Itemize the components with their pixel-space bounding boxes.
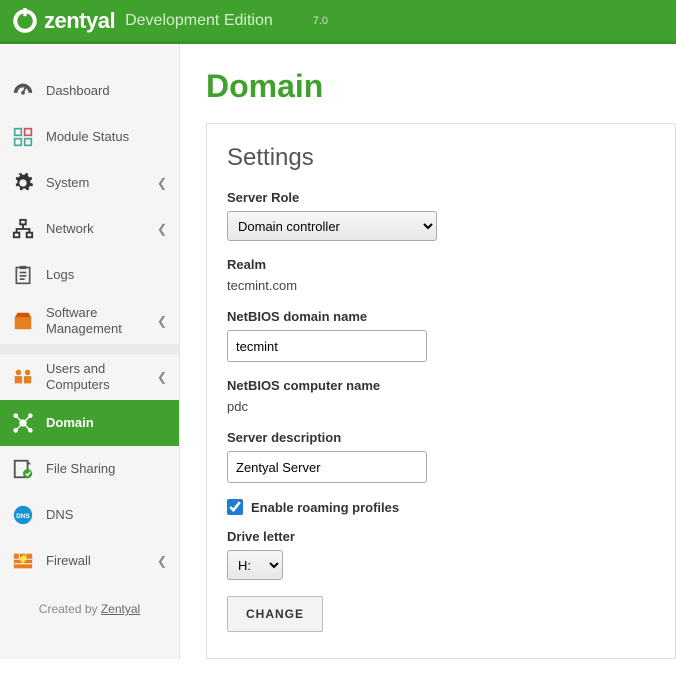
roaming-checkbox[interactable] — [227, 499, 243, 515]
sidebar-item-label: Software Management — [46, 305, 157, 336]
sidebar-item-label: System — [46, 175, 157, 191]
modules-icon — [12, 126, 34, 148]
netbios-domain-input[interactable] — [227, 330, 427, 362]
panel-title: Settings — [227, 144, 655, 172]
change-button[interactable]: CHANGE — [227, 596, 323, 632]
sidebar-item-filesharing[interactable]: File Sharing — [0, 446, 179, 492]
chevron-left-icon: ❮ — [157, 222, 167, 236]
gauge-icon — [12, 80, 34, 102]
chevron-left-icon: ❮ — [157, 176, 167, 190]
network-icon — [12, 218, 34, 240]
footer-link[interactable]: Zentyal — [101, 602, 140, 616]
sidebar-item-label: Firewall — [46, 553, 157, 569]
netbios-computer-label: NetBIOS computer name — [227, 378, 655, 393]
brand-name: zentyal — [44, 8, 115, 34]
sidebar: Dashboard Module Status System ❮ Network… — [0, 44, 180, 659]
sidebar-item-label: File Sharing — [46, 461, 167, 477]
server-desc-label: Server description — [227, 430, 655, 445]
field-realm: Realm tecmint.com — [227, 257, 655, 293]
sidebar-item-label: DNS — [46, 507, 167, 523]
firewall-icon — [12, 550, 34, 572]
gear-icon — [12, 172, 34, 194]
users-icon — [12, 366, 34, 388]
sidebar-item-system[interactable]: System ❮ — [0, 160, 179, 206]
chevron-left-icon: ❮ — [157, 554, 167, 568]
netbios-computer-value: pdc — [227, 399, 655, 414]
sidebar-item-label: Domain — [46, 415, 167, 431]
field-server-description: Server description — [227, 430, 655, 483]
chevron-left-icon: ❮ — [157, 370, 167, 384]
zentyal-logo-icon — [12, 8, 38, 34]
sidebar-item-label: Logs — [46, 267, 167, 283]
roaming-label: Enable roaming profiles — [251, 500, 399, 515]
settings-panel: Settings Server Role Domain controller R… — [206, 123, 676, 659]
realm-label: Realm — [227, 257, 655, 272]
field-netbios-domain: NetBIOS domain name — [227, 309, 655, 362]
sidebar-item-firewall[interactable]: Firewall ❮ — [0, 538, 179, 584]
netbios-domain-label: NetBIOS domain name — [227, 309, 655, 324]
sidebar-item-label: Network — [46, 221, 157, 237]
dns-icon: DNS — [12, 504, 34, 526]
content-area: Domain Settings Server Role Domain contr… — [180, 44, 676, 659]
sidebar-item-domain[interactable]: Domain — [0, 400, 179, 446]
page-title: Domain — [206, 44, 676, 123]
version-label: 7.0 — [313, 15, 328, 27]
server-role-select[interactable]: Domain controller — [227, 211, 437, 241]
sidebar-footer: Created by Zentyal — [0, 584, 179, 634]
sidebar-item-software[interactable]: Software Management ❮ — [0, 298, 179, 344]
realm-value: tecmint.com — [227, 278, 655, 293]
server-desc-input[interactable] — [227, 451, 427, 483]
sidebar-item-label: Module Status — [46, 129, 167, 145]
field-drive-letter: Drive letter H: — [227, 529, 655, 580]
sidebar-item-network[interactable]: Network ❮ — [0, 206, 179, 252]
svg-text:DNS: DNS — [16, 513, 30, 520]
domain-icon — [12, 412, 34, 434]
fileshare-icon — [12, 458, 34, 480]
field-roaming-profiles: Enable roaming profiles — [227, 499, 655, 515]
drive-letter-select[interactable]: H: — [227, 550, 283, 580]
field-netbios-computer: NetBIOS computer name pdc — [227, 378, 655, 414]
app-header: zentyal Development Edition 7.0 — [0, 0, 676, 44]
sidebar-divider — [0, 344, 179, 354]
sidebar-item-logs[interactable]: Logs — [0, 252, 179, 298]
sidebar-item-users[interactable]: Users and Computers ❮ — [0, 354, 179, 400]
footer-prefix: Created by — [39, 602, 101, 616]
edition-label: Development Edition — [125, 12, 273, 30]
clipboard-icon — [12, 264, 34, 286]
server-role-label: Server Role — [227, 190, 655, 205]
sidebar-item-label: Users and Computers — [46, 361, 157, 392]
package-icon — [12, 310, 34, 332]
sidebar-item-module-status[interactable]: Module Status — [0, 114, 179, 160]
sidebar-item-dashboard[interactable]: Dashboard — [0, 68, 179, 114]
drive-letter-label: Drive letter — [227, 529, 655, 544]
field-server-role: Server Role Domain controller — [227, 190, 655, 241]
chevron-left-icon: ❮ — [157, 314, 167, 328]
sidebar-item-label: Dashboard — [46, 83, 167, 99]
sidebar-item-dns[interactable]: DNS DNS — [0, 492, 179, 538]
